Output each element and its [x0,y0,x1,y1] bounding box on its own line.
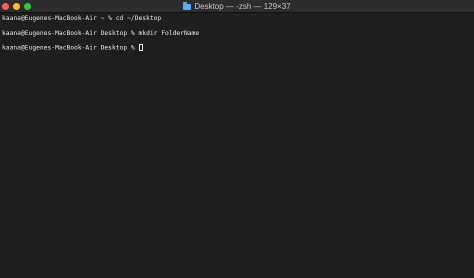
shell-prompt: kaana@Eugenes-MacBook-Air Desktop % [2,44,139,52]
folder-icon [183,1,192,10]
terminal-line: kaana@Eugenes-MacBook-Air ~ % cd ~/Deskt… [2,15,474,23]
window-title: Desktop — -zsh — 129×37 [194,2,291,11]
shell-prompt: kaana@Eugenes-MacBook-Air ~ % [2,15,116,22]
title-bar[interactable]: Desktop — -zsh — 129×37 [0,0,474,13]
window-title-container: Desktop — -zsh — 129×37 [0,0,474,13]
terminal-window: Desktop — -zsh — 129×37 kaana@Eugenes-Ma… [0,0,474,278]
terminal-output[interactable]: kaana@Eugenes-MacBook-Air ~ % cd ~/Deskt… [2,15,474,278]
shell-prompt: kaana@Eugenes-MacBook-Air Desktop % [2,29,139,37]
terminal-line-active[interactable]: kaana@Eugenes-MacBook-Air Desktop % [2,44,474,52]
shell-command: mkdir FolderName [138,29,200,37]
terminal-line: kaana@Eugenes-MacBook-Air Desktop % mkdi… [2,30,474,38]
shell-command: cd ~/Desktop [115,15,162,22]
text-cursor [139,44,143,51]
